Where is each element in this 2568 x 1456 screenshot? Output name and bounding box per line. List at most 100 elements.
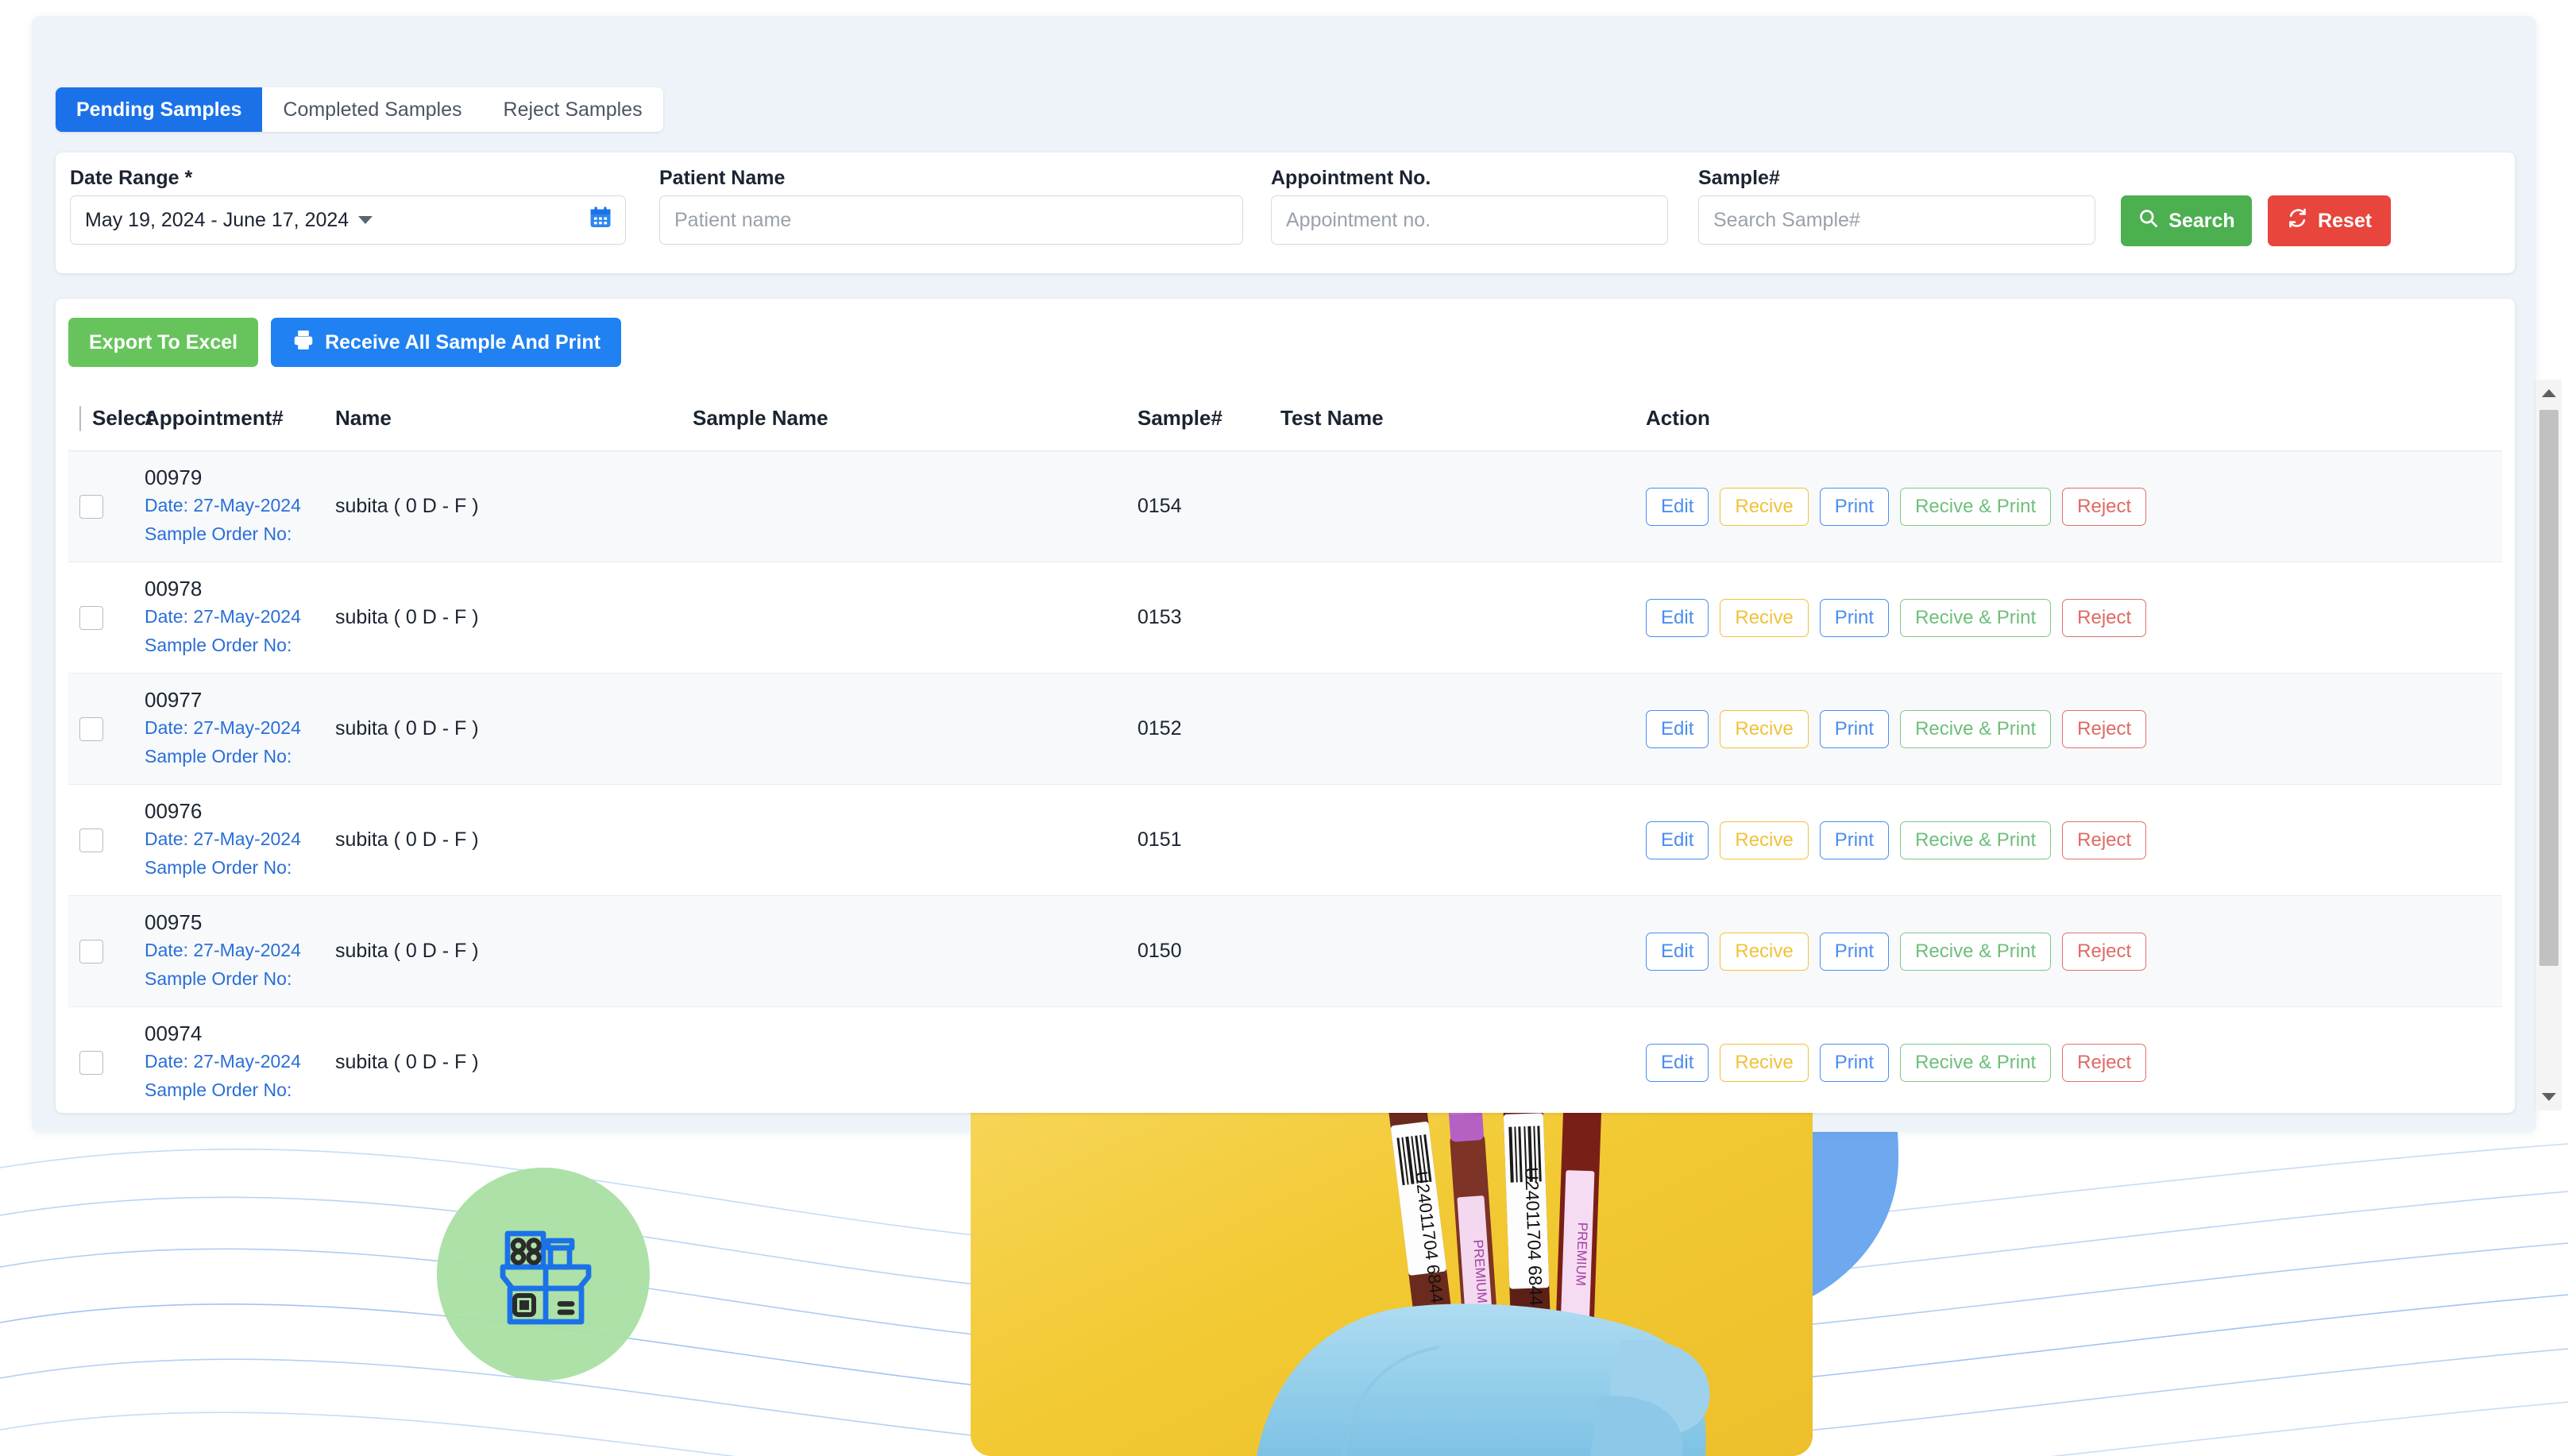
row-select-checkbox[interactable] xyxy=(79,716,103,741)
print-button[interactable]: Print xyxy=(1819,821,1890,859)
appointment-no-label: Appointment No. xyxy=(1271,167,1431,189)
column-header-name: Name xyxy=(335,406,392,430)
recive-and-print-button[interactable]: Recive & Print xyxy=(1900,932,2052,971)
scroll-down-arrow-icon[interactable] xyxy=(2535,1083,2562,1110)
sample-no-label: Sample# xyxy=(1698,167,1780,189)
table-row: 00978 Date: 27-May-2024 Sample Order No: su… xyxy=(68,562,2502,674)
action-cell: Edit Recive Print Recive & Print Reject xyxy=(1646,1043,2502,1082)
patient-name-label: Patient Name xyxy=(659,167,786,189)
sample-no-input[interactable]: Search Sample# xyxy=(1698,195,2095,245)
reject-button[interactable]: Reject xyxy=(2062,1043,2147,1082)
recive-and-print-button[interactable]: Recive & Print xyxy=(1900,821,2052,859)
edit-button[interactable]: Edit xyxy=(1646,709,1709,748)
appointment-date: Date: 27-May-2024 xyxy=(145,828,301,850)
recive-button[interactable]: Recive xyxy=(1720,709,1809,748)
edit-button[interactable]: Edit xyxy=(1646,1043,1709,1082)
export-to-excel-button[interactable]: Export To Excel xyxy=(68,318,259,367)
reset-button[interactable]: Reset xyxy=(2268,195,2391,246)
row-select-checkbox[interactable] xyxy=(79,828,103,852)
reject-button[interactable]: Reject xyxy=(2062,598,2147,637)
reject-button[interactable]: Reject xyxy=(2062,932,2147,971)
calendar-icon[interactable] xyxy=(589,206,612,235)
appointment-no-input[interactable]: Appointment no. xyxy=(1271,195,1668,245)
date-range-label: Date Range * xyxy=(70,167,193,189)
sample-order-no: Sample Order No: xyxy=(145,746,292,767)
print-button[interactable]: Print xyxy=(1819,709,1890,748)
appointment-date: Date: 27-May-2024 xyxy=(145,606,301,628)
column-header-action: Action xyxy=(1646,406,1710,430)
search-button-label: Search xyxy=(2168,209,2235,232)
row-select-cell xyxy=(79,716,145,741)
sample-number-cell: 0151 xyxy=(1137,828,1182,851)
sample-number-cell: 0150 xyxy=(1137,940,1182,962)
row-select-checkbox[interactable] xyxy=(79,939,103,964)
scrollbar-thumb[interactable] xyxy=(2539,410,2558,966)
reject-button[interactable]: Reject xyxy=(2062,487,2147,526)
svg-text:PREMIUM: PREMIUM xyxy=(1573,1222,1590,1286)
appointment-cell: 00978 Date: 27-May-2024 Sample Order No: xyxy=(145,575,335,659)
sample-order-no: Sample Order No: xyxy=(145,635,292,656)
sample-order-no: Sample Order No: xyxy=(145,857,292,879)
print-button[interactable]: Print xyxy=(1819,932,1890,971)
row-select-checkbox[interactable] xyxy=(79,1050,103,1075)
column-header-test-name: Test Name xyxy=(1280,406,1384,430)
print-button[interactable]: Print xyxy=(1819,1043,1890,1082)
reject-button[interactable]: Reject xyxy=(2062,709,2147,748)
appointment-number: 00977 xyxy=(145,688,203,713)
row-select-cell xyxy=(79,605,145,630)
print-button[interactable]: Print xyxy=(1819,487,1890,526)
tab-completed-samples[interactable]: Completed Samples xyxy=(262,87,482,132)
edit-button[interactable]: Edit xyxy=(1646,598,1709,637)
sample-number-cell: 0152 xyxy=(1137,717,1182,740)
sample-order-no: Sample Order No: xyxy=(145,523,292,545)
printer-icon xyxy=(292,328,315,357)
patient-name-cell: subita ( 0 D - F ) xyxy=(335,828,479,851)
recive-button[interactable]: Recive xyxy=(1720,487,1809,526)
filter-card: Date Range * May 19, 2024 - June 17, 202… xyxy=(56,153,2515,273)
sample-order-no: Sample Order No: xyxy=(145,1079,292,1101)
column-header-appointment: Appointment# xyxy=(145,406,284,430)
appointment-number: 00976 xyxy=(145,799,203,824)
appointment-cell: 00975 Date: 27-May-2024 Sample Order No: xyxy=(145,909,335,993)
recive-button[interactable]: Recive xyxy=(1720,598,1809,637)
edit-button[interactable]: Edit xyxy=(1646,821,1709,859)
select-all-checkbox[interactable] xyxy=(79,405,81,431)
print-button[interactable]: Print xyxy=(1819,598,1890,637)
appointment-cell: 00974 Date: 27-May-2024 Sample Order No: xyxy=(145,1020,335,1104)
receive-all-sample-and-print-button[interactable]: Receive All Sample And Print xyxy=(271,318,621,367)
table-header-row: Select Appointment# Name Sample Name Sam… xyxy=(68,386,2502,451)
row-select-cell xyxy=(79,494,145,519)
edit-button[interactable]: Edit xyxy=(1646,932,1709,971)
scroll-up-arrow-icon[interactable] xyxy=(2535,380,2562,407)
recive-and-print-button[interactable]: Recive & Print xyxy=(1900,709,2052,748)
date-range-input[interactable]: May 19, 2024 - June 17, 2024 xyxy=(70,195,626,245)
appointment-number: 00978 xyxy=(145,577,203,601)
action-cell: Edit Recive Print Recive & Print Reject xyxy=(1646,487,2502,526)
edit-button[interactable]: Edit xyxy=(1646,487,1709,526)
samples-table-card: Export To Excel Receive All Sample And P… xyxy=(56,299,2515,1113)
recive-and-print-button[interactable]: Recive & Print xyxy=(1900,487,2052,526)
appointment-cell: 00979 Date: 27-May-2024 Sample Order No: xyxy=(145,464,335,548)
row-select-checkbox[interactable] xyxy=(79,605,103,630)
row-select-checkbox[interactable] xyxy=(79,494,103,519)
recive-and-print-button[interactable]: Recive & Print xyxy=(1900,598,2052,637)
appointment-date: Date: 27-May-2024 xyxy=(145,940,301,961)
appointment-cell: 00976 Date: 27-May-2024 Sample Order No: xyxy=(145,798,335,882)
table-vertical-scrollbar[interactable] xyxy=(2535,380,2562,1110)
action-cell: Edit Recive Print Recive & Print Reject xyxy=(1646,821,2502,859)
recive-button[interactable]: Recive xyxy=(1720,1043,1809,1082)
appointment-date: Date: 27-May-2024 xyxy=(145,1051,301,1072)
search-button[interactable]: Search xyxy=(2121,195,2252,246)
receive-all-sample-and-print-label: Receive All Sample And Print xyxy=(325,330,600,353)
date-range-value: May 19, 2024 - June 17, 2024 xyxy=(85,208,349,231)
recive-button[interactable]: Recive xyxy=(1720,932,1809,971)
patient-name-input[interactable]: Patient name xyxy=(659,195,1243,245)
tab-reject-samples[interactable]: Reject Samples xyxy=(483,87,663,132)
patient-name-cell: subita ( 0 D - F ) xyxy=(335,606,479,628)
row-select-cell xyxy=(79,828,145,852)
action-cell: Edit Recive Print Recive & Print Reject xyxy=(1646,932,2502,971)
reject-button[interactable]: Reject xyxy=(2062,821,2147,859)
tab-pending-samples[interactable]: Pending Samples xyxy=(56,87,263,132)
recive-and-print-button[interactable]: Recive & Print xyxy=(1900,1043,2052,1082)
recive-button[interactable]: Recive xyxy=(1720,821,1809,859)
